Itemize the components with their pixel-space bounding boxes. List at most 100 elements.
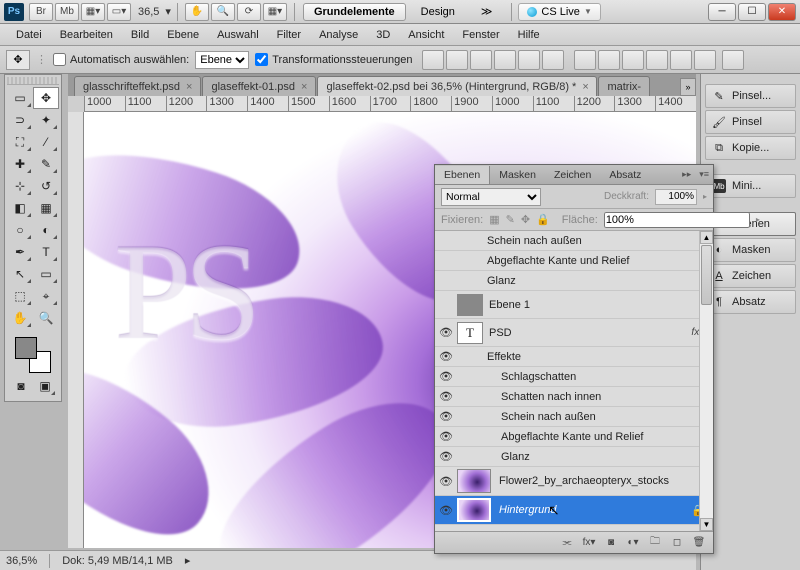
color-swatches[interactable] (15, 337, 51, 373)
hand-icon[interactable]: ✋ (185, 3, 209, 21)
3d-tool[interactable]: ⬚ (7, 285, 33, 307)
ruler-horizontal[interactable]: 1000 1100 1200 1300 1400 1500 1600 1700 … (84, 96, 696, 112)
layer-row-hintergrund[interactable]: 👁Hintergrund🔒 (435, 496, 713, 525)
dodge-tool[interactable]: ◐ (33, 219, 59, 241)
visibility-toggle[interactable]: 👁 (435, 504, 457, 517)
dock-absatz[interactable]: ¶Absatz (705, 290, 796, 314)
layer-thumb[interactable] (457, 498, 491, 522)
close-tab-icon[interactable]: × (186, 81, 192, 93)
dist-1-icon[interactable] (574, 50, 596, 70)
auto-select-dropdown[interactable]: Ebene (195, 51, 249, 69)
dock-minibridge[interactable]: MbMini... (705, 174, 796, 198)
status-menu-icon[interactable]: ▸ (185, 554, 191, 567)
auto-select-input[interactable] (53, 53, 66, 66)
hand-tool[interactable]: ✋ (7, 307, 33, 329)
dist-2-icon[interactable] (598, 50, 620, 70)
tab-glaseffekt02[interactable]: glaseffekt-02.psd bei 36,5% (Hintergrund… (317, 76, 597, 96)
fill-input[interactable] (604, 212, 750, 228)
gradient-tool[interactable]: ▦ (33, 197, 59, 219)
stamp-tool[interactable]: ⊹ (7, 175, 33, 197)
viewmode-icon[interactable]: ▦▾ (81, 3, 105, 21)
link-layers-icon[interactable]: ⫘ (557, 535, 577, 551)
eyedropper-tool[interactable]: ⁄ (33, 131, 59, 153)
tab-glasschrifteffekt[interactable]: glasschrifteffekt.psd× (74, 76, 201, 96)
lock-transparent-icon[interactable]: ▦ (489, 213, 499, 227)
text-layer-thumb[interactable]: T (457, 322, 483, 344)
lock-image-icon[interactable]: ✎ (506, 213, 515, 227)
tab-glaseffekt01[interactable]: glaseffekt-01.psd× (202, 76, 316, 96)
screenmode-icon[interactable]: ▭▾ (107, 3, 131, 21)
new-layer-icon[interactable]: ◻ (667, 535, 687, 551)
blur-tool[interactable]: ○ (7, 219, 33, 241)
bridge-icon[interactable]: Br (29, 3, 53, 21)
menu-hilfe[interactable]: Hilfe (510, 26, 548, 44)
lasso-tool[interactable]: ⊃ (7, 109, 33, 131)
transform-controls-checkbox[interactable]: Transformationssteuerungen (255, 53, 412, 66)
align-vcenter-icon[interactable] (446, 50, 468, 70)
menu-datei[interactable]: Datei (8, 26, 50, 44)
history-brush-tool[interactable]: ↺ (33, 175, 59, 197)
status-zoom[interactable]: 36,5% (6, 555, 37, 567)
dist-4-icon[interactable] (646, 50, 668, 70)
align-bottom-icon[interactable] (470, 50, 492, 70)
type-tool[interactable]: T (33, 241, 59, 263)
transform-controls-input[interactable] (255, 53, 268, 66)
panel-tab-masken[interactable]: Masken (490, 166, 545, 184)
layer-row-psd[interactable]: 👁TPSDfx ▾ (435, 319, 713, 347)
close-tab-icon[interactable]: × (582, 81, 588, 93)
pen-tool[interactable]: ✒ (7, 241, 33, 263)
adjustment-layer-icon[interactable]: ◐▾ (623, 535, 643, 551)
minimize-button[interactable]: ─ (708, 3, 736, 21)
fx-header[interactable]: 👁Effekte (435, 347, 713, 367)
menu-bild[interactable]: Bild (123, 26, 157, 44)
visibility-toggle[interactable]: 👁 (435, 410, 457, 423)
cslive-button[interactable]: CS Live ▼ (518, 3, 600, 21)
layer-thumb[interactable] (457, 294, 483, 316)
auto-align-icon[interactable] (722, 50, 744, 70)
brush-tool[interactable]: ✎ (33, 153, 59, 175)
align-top-icon[interactable] (422, 50, 444, 70)
workspace-active[interactable]: Grundelemente (303, 3, 406, 21)
visibility-toggle[interactable]: 👁 (435, 430, 457, 443)
align-right-icon[interactable] (542, 50, 564, 70)
lock-position-icon[interactable]: ✥ (521, 213, 530, 227)
layer-thumb[interactable] (457, 469, 491, 493)
menu-ebene[interactable]: Ebene (159, 26, 207, 44)
visibility-toggle[interactable]: 👁 (435, 326, 457, 339)
layer-mask-icon[interactable]: ◙ (601, 535, 621, 551)
fx-row[interactable]: 👁Schlagschatten (435, 367, 713, 387)
3d-camera-tool[interactable]: ⌖ (33, 285, 59, 307)
zoom-tool[interactable]: 🔍 (33, 307, 59, 329)
dock-pinsel[interactable]: 🖌Pinsel (705, 110, 796, 134)
fx-row[interactable]: 👁Abgeflachte Kante und Relief (435, 427, 713, 447)
scroll-up-icon[interactable]: ▲ (700, 231, 713, 244)
fx-row[interactable]: Glanz (435, 271, 713, 291)
scroll-down-icon[interactable]: ▼ (700, 518, 713, 531)
zoom-icon[interactable]: 🔍 (211, 3, 235, 21)
panel-tab-ebenen[interactable]: Ebenen (435, 166, 490, 184)
dock-zeichen[interactable]: AZeichen (705, 264, 796, 288)
maximize-button[interactable]: ☐ (738, 3, 766, 21)
visibility-toggle[interactable]: 👁 (435, 370, 457, 383)
blend-mode-dropdown[interactable]: Normal (441, 188, 541, 206)
tabs-more-icon[interactable]: » (680, 78, 696, 96)
dist-3-icon[interactable] (622, 50, 644, 70)
dock-pinselvorgaben[interactable]: ✎Pinsel... (705, 84, 796, 108)
screenmode-tool-icon[interactable]: ▣ (33, 375, 57, 397)
move-tool[interactable]: ✥ (33, 87, 59, 109)
menu-auswahl[interactable]: Auswahl (209, 26, 267, 44)
fx-row[interactable]: 👁Schein nach außen (435, 407, 713, 427)
menu-filter[interactable]: Filter (269, 26, 309, 44)
minibridge-icon[interactable]: Mb (55, 3, 79, 21)
menu-ansicht[interactable]: Ansicht (400, 26, 452, 44)
fx-row[interactable]: 👁Schatten nach innen (435, 387, 713, 407)
rotate-icon[interactable]: ⟳ (237, 3, 261, 21)
lock-all-icon[interactable]: 🔒 (536, 213, 550, 227)
fg-color[interactable] (15, 337, 37, 359)
align-hcenter-icon[interactable] (518, 50, 540, 70)
layer-fx-icon[interactable]: fx▾ (579, 535, 599, 551)
close-tab-icon[interactable]: × (301, 81, 307, 93)
visibility-toggle[interactable]: 👁 (435, 350, 457, 363)
menu-fenster[interactable]: Fenster (454, 26, 507, 44)
new-group-icon[interactable]: 🗀 (645, 535, 665, 551)
